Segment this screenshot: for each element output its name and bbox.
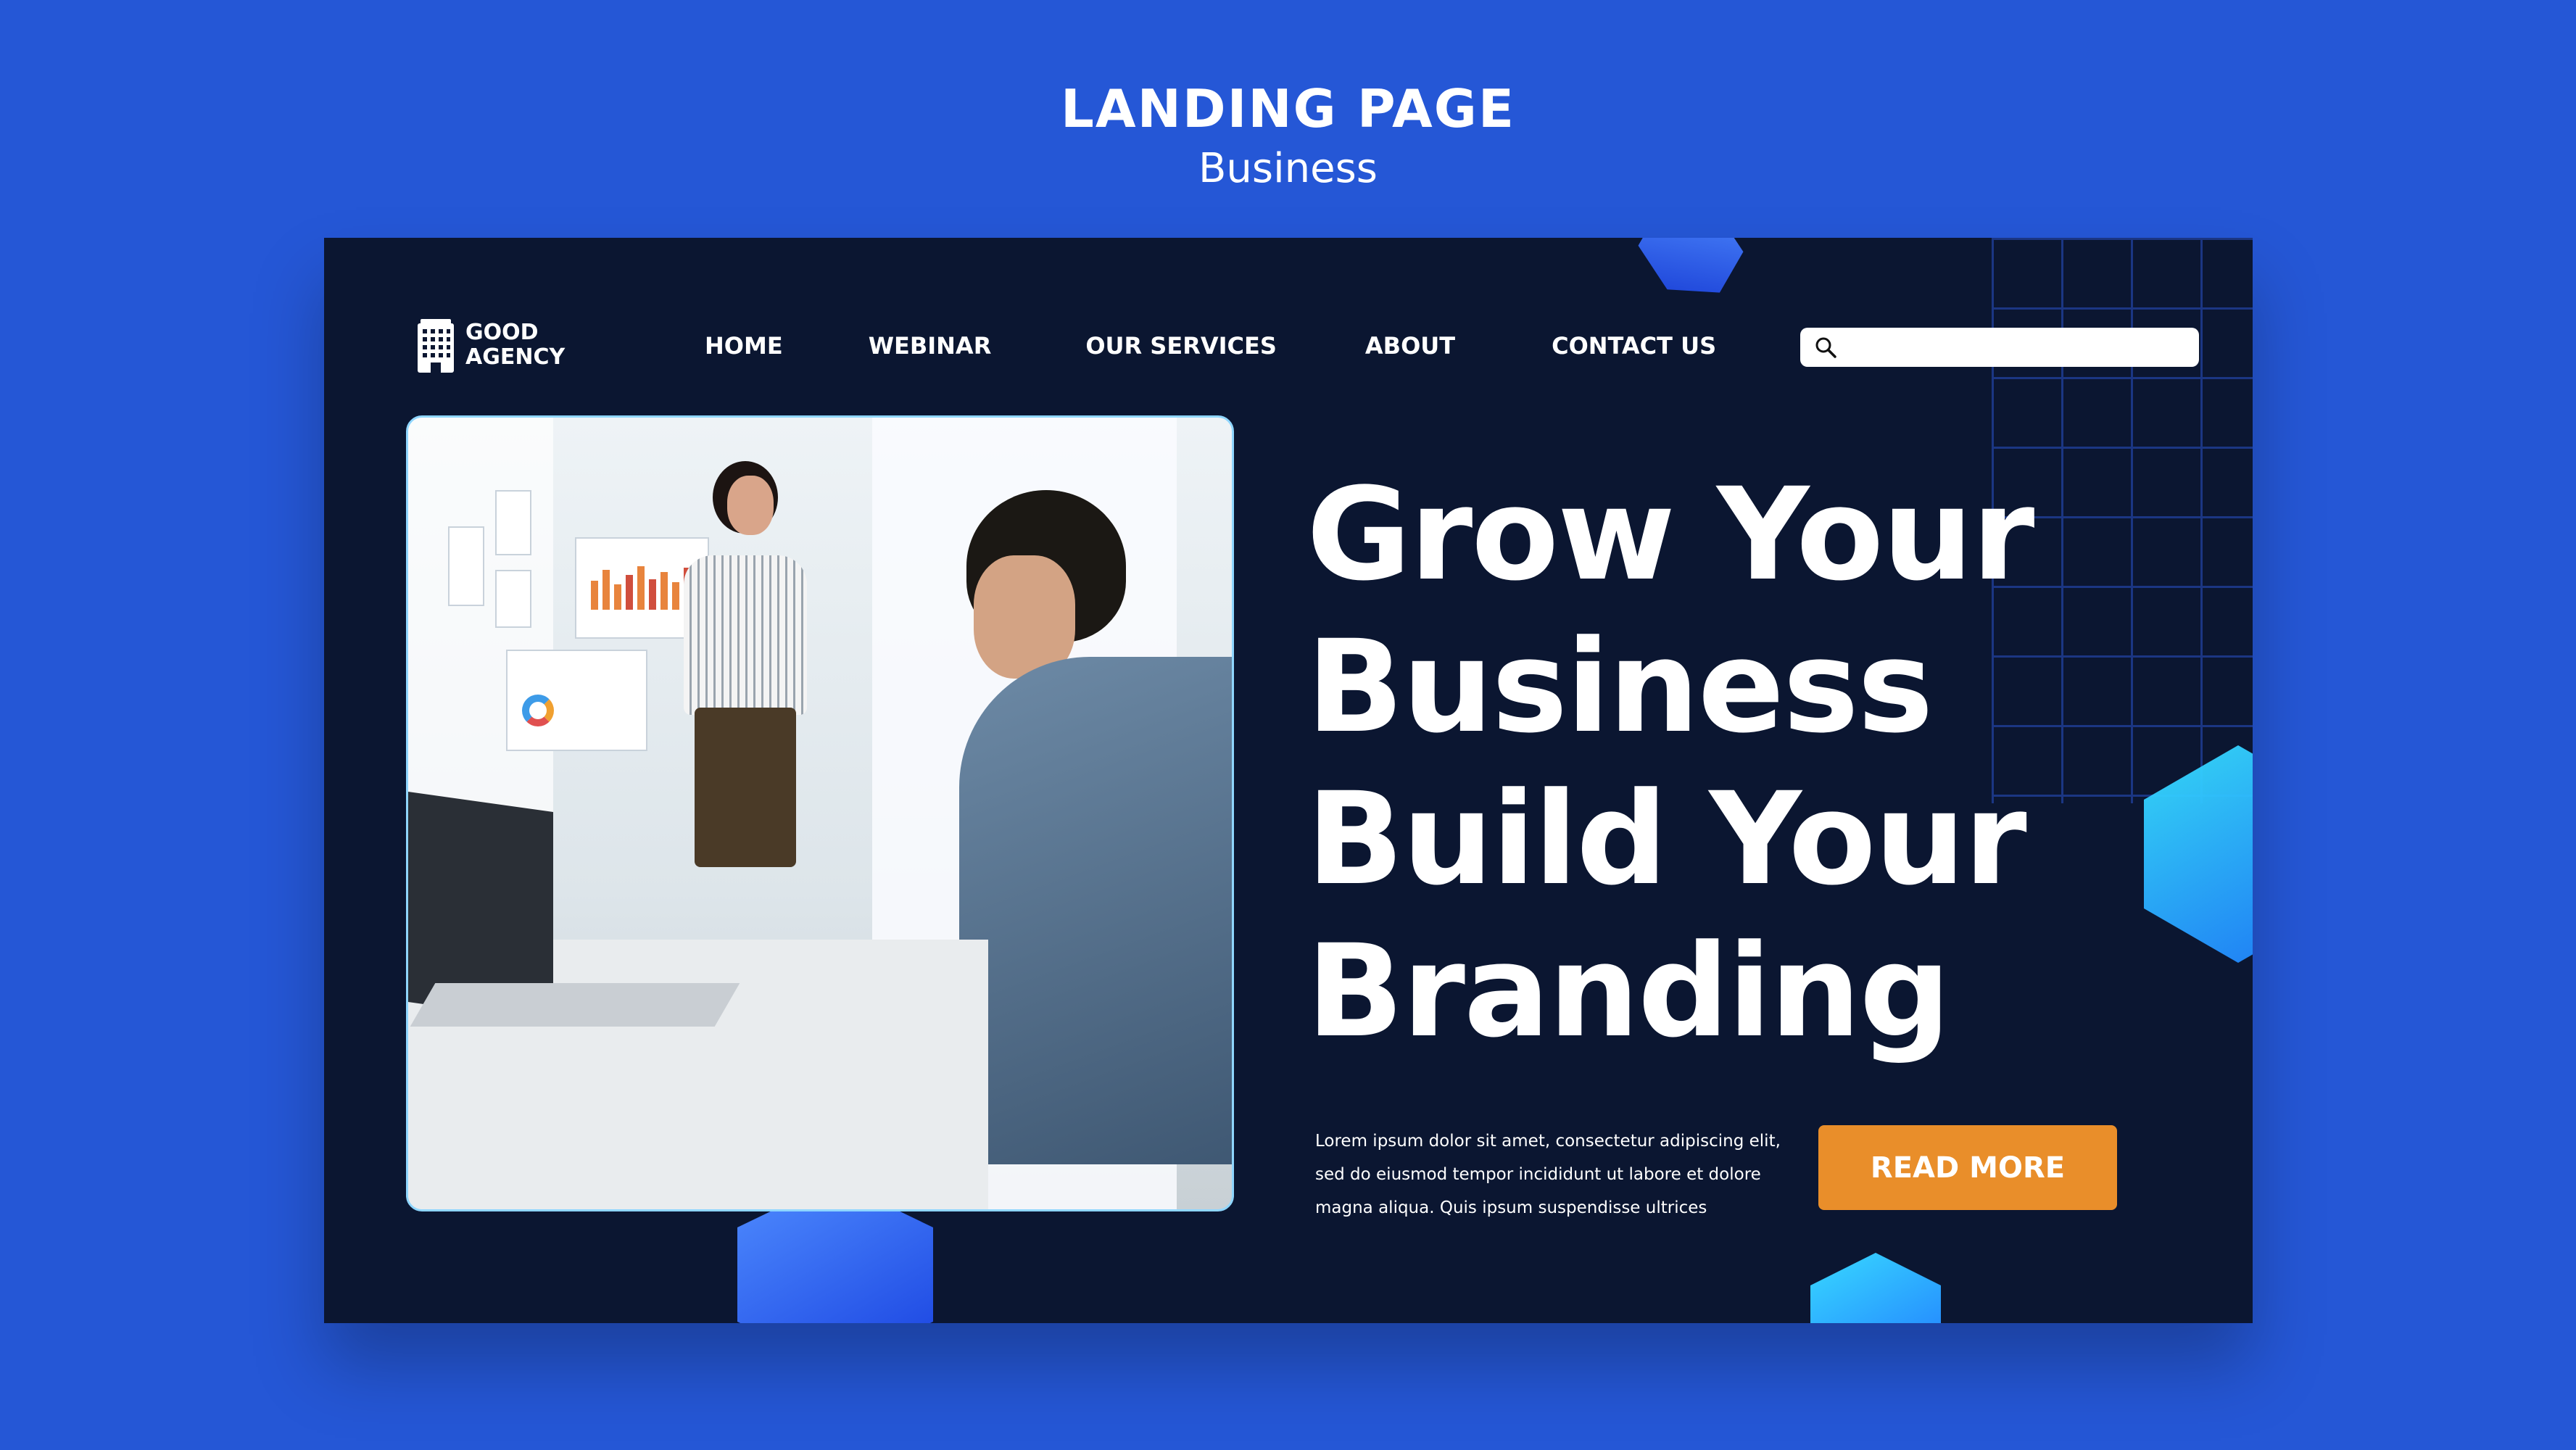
search-input[interactable]: [1845, 333, 2199, 362]
nav-our-services[interactable]: OUR SERVICES: [1085, 332, 1277, 360]
sticky-note-2: [495, 490, 531, 555]
description-line-1: Lorem ipsum dolor sit amet, consectetur …: [1315, 1132, 1781, 1151]
brand-name-line2: AGENCY: [465, 344, 566, 370]
nav-about[interactable]: ABOUT: [1365, 332, 1455, 360]
nav-home[interactable]: HOME: [705, 332, 783, 360]
sticky-note-3: [495, 570, 531, 628]
brand-name-line1: GOOD: [465, 320, 539, 345]
main-nav: HOME WEBINAR OUR SERVICES ABOUT CONTACT …: [705, 332, 1716, 360]
gem-decoration-bottom-right: [1810, 1253, 1941, 1323]
nav-webinar[interactable]: WEBINAR: [869, 332, 992, 360]
presenter-face: [727, 476, 774, 535]
page-subheading: Business: [1198, 145, 1378, 192]
description-line-2: sed do eiusmod tempor incididunt ut labo…: [1315, 1165, 1761, 1184]
headline-line-3: Build Your: [1306, 765, 2027, 914]
headline-line-2: Business: [1306, 613, 1934, 761]
read-more-button[interactable]: READ MORE: [1818, 1125, 2117, 1210]
brand-name: GOOD AGENCY: [465, 320, 581, 370]
pie-chart-poster: [506, 650, 647, 751]
landing-panel: GOOD AGENCY HOME WEBINAR OUR SERVICES AB…: [324, 238, 2253, 1323]
laptop-keyboard: [410, 983, 740, 1027]
headline-line-1: Grow Your: [1306, 460, 2034, 609]
description-line-3: magna aliqua. Quis ipsum suspendisse ult…: [1315, 1198, 1707, 1217]
search-icon[interactable]: [1815, 336, 1836, 358]
brand-logo[interactable]: GOOD AGENCY: [415, 318, 581, 373]
building-icon: [418, 319, 454, 373]
hero-description: Lorem ipsum dolor sit amet, consectetur …: [1315, 1124, 1823, 1225]
headline-line-4: Branding: [1306, 917, 1951, 1066]
page-heading: LANDING PAGE: [1061, 78, 1515, 139]
sticky-note-1: [448, 526, 484, 606]
search-bar[interactable]: [1800, 328, 2199, 367]
gem-decoration-top: [1626, 238, 1755, 313]
hero-photo: [406, 415, 1234, 1211]
nav-contact-us[interactable]: CONTACT US: [1552, 332, 1716, 360]
seated-man-jacket: [959, 657, 1232, 1164]
presenter-pants: [695, 708, 796, 867]
hero-headline: Grow Your Business Build Your Branding: [1306, 459, 2235, 1068]
presenter-shirt: [684, 555, 807, 715]
